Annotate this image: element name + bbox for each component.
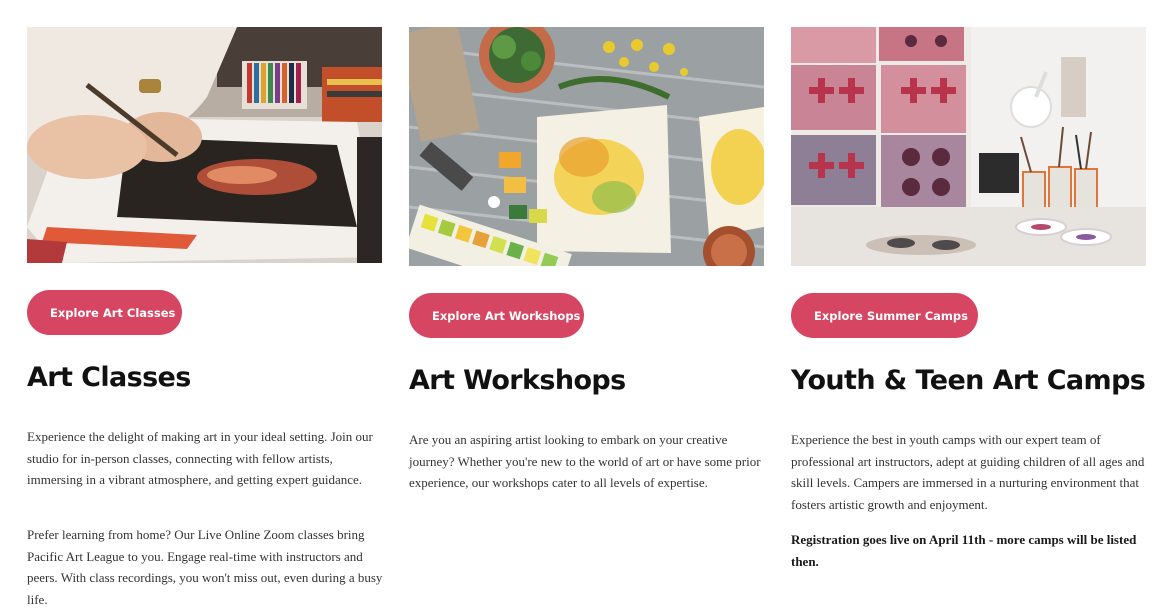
- art-classes-photo: [27, 27, 382, 263]
- art-classes-paragraph-2: Prefer learning from home? Our Live Onli…: [27, 527, 383, 607]
- youth-camps-title: Youth & Teen Art Camps: [791, 365, 1146, 396]
- art-classes-title: Art Classes: [27, 362, 191, 393]
- explore-art-workshops-button[interactable]: Explore Art Workshops: [409, 293, 584, 338]
- art-classes-paragraph-1: Experience the delight of making art in …: [27, 429, 373, 488]
- explore-art-classes-button[interactable]: Explore Art Classes: [27, 290, 182, 335]
- youth-camps-photo: [791, 27, 1146, 266]
- youth-camps-paragraph-1: Experience the best in youth camps with …: [791, 432, 1145, 512]
- art-workshops-paragraph-1: Are you an aspiring artist looking to em…: [409, 432, 761, 491]
- art-workshops-photo: [409, 27, 764, 266]
- explore-summer-camps-button[interactable]: Explore Summer Camps: [791, 293, 978, 338]
- youth-camps-registration-note: Registration goes live on April 11th - m…: [791, 532, 1137, 569]
- art-workshops-title: Art Workshops: [409, 365, 626, 396]
